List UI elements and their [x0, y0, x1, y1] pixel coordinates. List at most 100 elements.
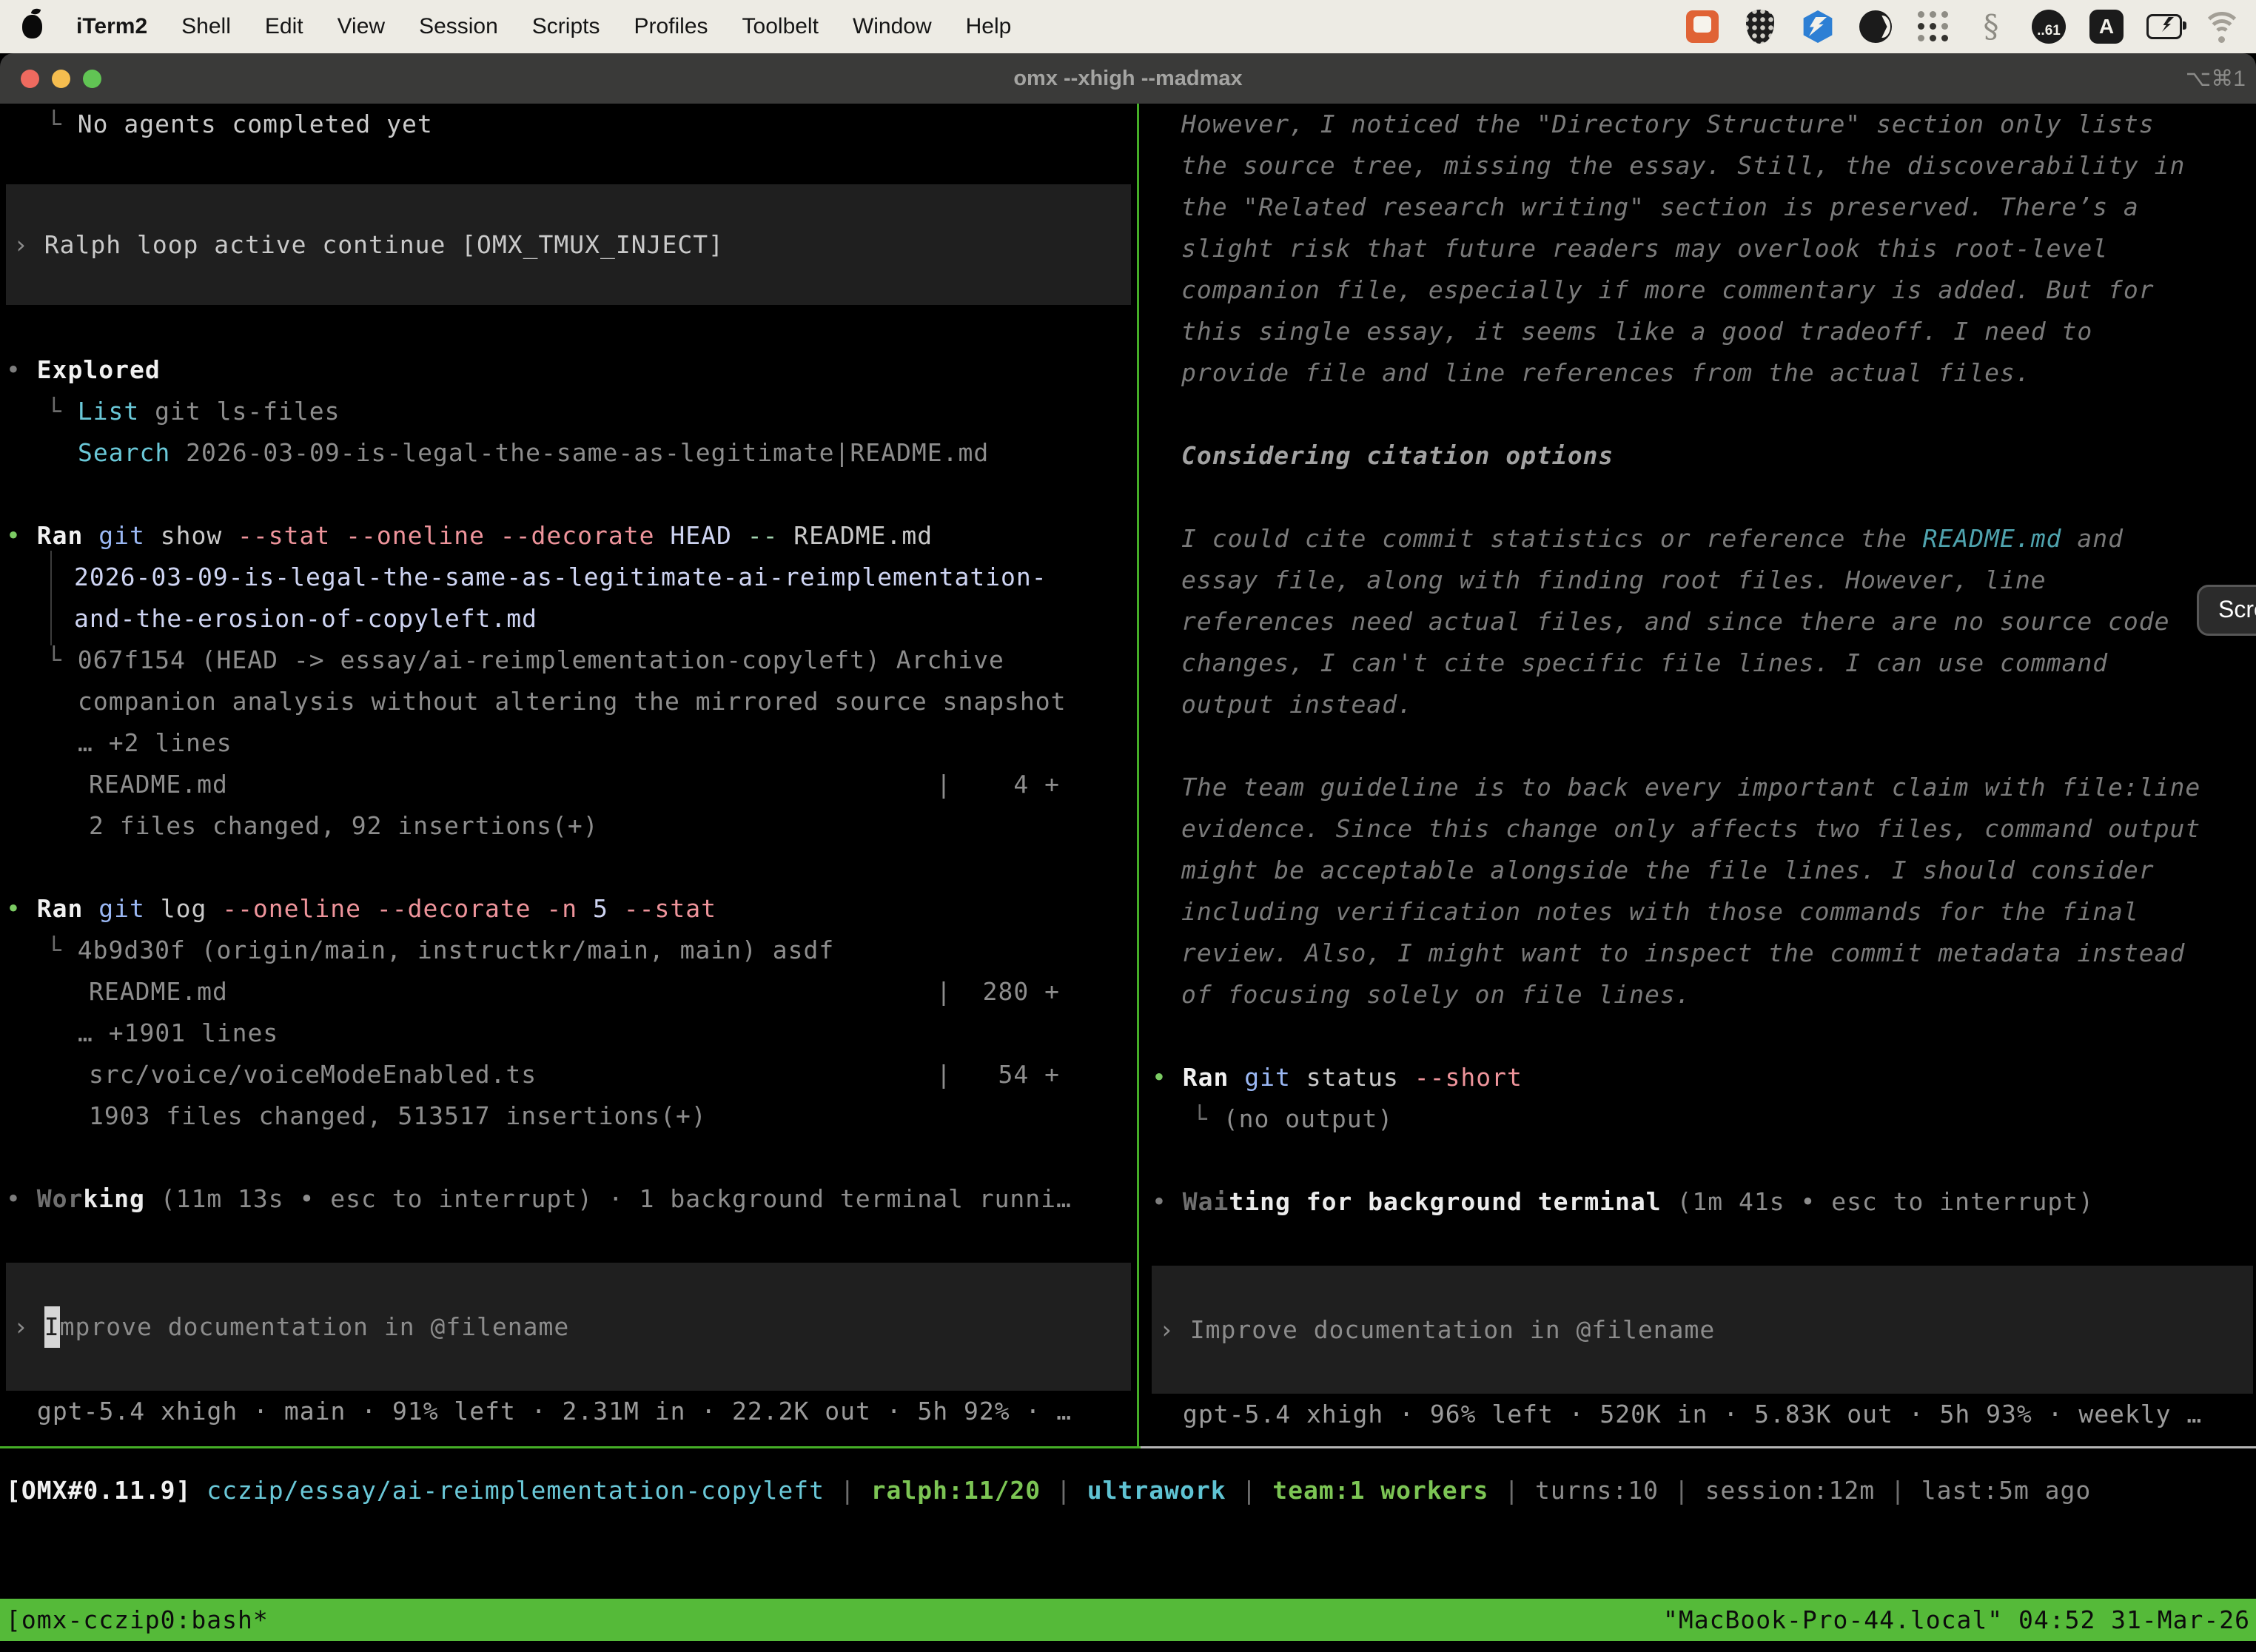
text-segment: of focusing solely on file lines. — [1181, 980, 1691, 1009]
text-segment: this single essay, it seems like a good … — [1181, 317, 2092, 346]
text-segment: log — [145, 894, 207, 923]
text-segment: -- — [732, 521, 779, 550]
git-log-stat-1: README.md| 280 + — [0, 971, 1134, 1013]
text-segment: | — [1056, 1476, 1087, 1505]
thinking-p1: the source tree, missing the essay. Stil… — [1146, 145, 2256, 187]
tmux-status-bar: [omx-cczip0:bash* "MacBook-Pro-44.local"… — [0, 1599, 2256, 1641]
thinking-p1: provide file and line references from th… — [1146, 352, 2256, 394]
git-log-stat-2: src/voice/voiceModeEnabled.ts| 54 + — [0, 1054, 1134, 1095]
badge-61-icon[interactable]: ..61 — [2031, 9, 2067, 44]
text-segment: 5 — [577, 894, 608, 923]
tmux-session-name[interactable]: [omx-cczip0:bash* — [6, 1599, 269, 1641]
explored-list: └ List git ls-files — [0, 391, 1134, 432]
apple-menu-icon[interactable] — [22, 15, 42, 38]
git-status-out: └ (no output) — [1146, 1098, 2256, 1140]
text-segment: README.md — [1923, 524, 2062, 553]
text-segment: including verification notes with those … — [1181, 897, 2139, 926]
text-segment: references need actual files, and since … — [1181, 607, 2170, 636]
thinking-p1: However, I noticed the "Directory Struct… — [1146, 104, 2256, 145]
git-show-stat: README.md | 4 + — [0, 764, 1134, 805]
no-agents-line: └ No agents completed yet — [0, 104, 1134, 145]
text-segment: provide file and line references from th… — [1181, 358, 2031, 387]
text-segment: • — [6, 1184, 37, 1213]
diffstat-count: | 54 + — [936, 1054, 1060, 1095]
thinking-p3: review. Also, I might want to inspect th… — [1146, 933, 2256, 974]
macos-menu-bar: iTerm2 Shell Edit View Session Scripts Profile… — [0, 0, 2256, 53]
text-segment: › — [13, 224, 44, 266]
thinking-p3: might be acceptable alongside the file l… — [1146, 850, 2256, 891]
text-segment: king — [83, 1184, 144, 1213]
menu-item-toolbelt[interactable]: Toolbelt — [742, 14, 819, 39]
menu-item-iterm2[interactable]: iTerm2 — [76, 14, 147, 39]
text-segment: README.md — [778, 521, 933, 550]
model-status: gpt-5.4 xhigh · 96% left · 520K in · 5.8… — [1146, 1394, 2256, 1435]
thinking-p2: changes, I can't cite specific file line… — [1146, 642, 2256, 684]
text-segment: --stat — [608, 894, 716, 923]
text-segment: List — [78, 397, 139, 426]
thinking-p2: essay file, along with finding root file… — [1146, 560, 2256, 601]
menu-item-session[interactable]: Session — [419, 14, 498, 39]
text-segment: gpt-5.4 xhigh · 96% left · 520K in · 5.8… — [1183, 1400, 2202, 1428]
a-app-icon[interactable]: A — [2089, 9, 2124, 44]
dark-pie-icon[interactable] — [1858, 9, 1893, 44]
text-segment: git — [83, 894, 144, 923]
battery-icon[interactable] — [2146, 9, 2182, 44]
explored-search: Search 2026-03-09-is-legal-the-same-as-l… — [0, 432, 1134, 474]
text-segment: However, I noticed the "Directory Struct… — [1181, 110, 2155, 138]
text-segment: output instead. — [1181, 690, 1413, 719]
text-segment: README.md — [89, 977, 228, 1006]
tmux-pane-left[interactable]: └ No agents completed yet› Ralph loop ac… — [0, 104, 1134, 1446]
hex-bolt-icon[interactable] — [1800, 9, 1836, 44]
text-segment: └ — [47, 110, 78, 138]
menu-item-shell[interactable]: Shell — [181, 14, 231, 39]
waiting-status: • Waiting for background terminal (1m 41… — [1146, 1181, 2256, 1223]
dots-grid-icon[interactable] — [1916, 9, 1951, 44]
menu-item-window[interactable]: Window — [853, 14, 932, 39]
thinking-p3: The team guideline is to back every impo… — [1146, 767, 2256, 808]
wifi-icon[interactable] — [2204, 9, 2240, 44]
tmux-host-clock: "MacBook-Pro-44.local" 04:52 31-Mar-26 — [1663, 1599, 2250, 1641]
text-segment: git — [83, 521, 144, 550]
text-segment: Wor — [37, 1184, 84, 1213]
text-segment: (1m 41s • esc to interrupt) — [1662, 1187, 2094, 1216]
text-segment: └ — [47, 397, 78, 426]
text-segment: README.md — [89, 770, 228, 799]
text-segment: Ran — [37, 894, 84, 923]
menu-item-help[interactable]: Help — [966, 14, 1012, 39]
text-segment: 4b9d30f (origin/main, instructkr/main, m… — [78, 936, 835, 964]
text-segment: Ran — [1183, 1063, 1229, 1092]
menu-item-edit[interactable]: Edit — [265, 14, 303, 39]
menu-item-profiles[interactable]: Profiles — [634, 14, 708, 39]
menu-item-view[interactable]: View — [338, 14, 385, 39]
pane-divider-vertical[interactable] — [1137, 104, 1139, 1446]
shield-grid-icon[interactable] — [1742, 9, 1778, 44]
pane-border-bottom-active — [0, 1446, 1141, 1448]
omx-status-line: [OMX#0.11.9] cczip/essay/ai-reimplementa… — [6, 1470, 2091, 1511]
text-segment: ting for background terminal — [1229, 1187, 1661, 1216]
text-segment: | — [840, 1476, 871, 1505]
text-cursor: I — [44, 1306, 60, 1348]
thinking-p1: slight risk that future readers may over… — [1146, 228, 2256, 269]
text-segment: | 54 + — [936, 1060, 1060, 1089]
menu-status-icons: § ..61 A — [1685, 9, 2256, 44]
tmux-pane-right[interactable]: However, I noticed the "Directory Struct… — [1146, 104, 2256, 1446]
git-show-arg-1: 2026-03-09-is-legal-the-same-as-legitima… — [0, 557, 1134, 598]
text-segment: HEAD — [654, 521, 731, 550]
text-segment: … +2 lines — [78, 728, 232, 757]
text-segment: session:12m — [1705, 1476, 1890, 1505]
prompt-input[interactable]: › Improve documentation in @filename — [6, 1263, 1131, 1391]
menu-item-scripts[interactable]: Scripts — [532, 14, 600, 39]
thinking-p1: companion file, especially if more comme… — [1146, 269, 2256, 311]
text-segment: • — [6, 521, 37, 550]
text-segment: git ls-files — [139, 397, 340, 426]
text-segment: | 4 + — [936, 770, 1060, 799]
text-segment: --oneline --decorate -n — [207, 894, 577, 923]
text-segment: Search — [78, 438, 170, 467]
text-segment: › — [13, 1306, 44, 1348]
git-log-out-2: … +1901 lines — [0, 1013, 1134, 1054]
chat-app-icon[interactable] — [1685, 9, 1720, 44]
squiggle-icon[interactable]: § — [1973, 9, 2009, 44]
text-segment: | — [1504, 1476, 1535, 1505]
git-show-summary: 2 files changed, 92 insertions(+) — [0, 805, 1134, 847]
prompt-input[interactable]: › Improve documentation in @filename — [1152, 1266, 2253, 1394]
